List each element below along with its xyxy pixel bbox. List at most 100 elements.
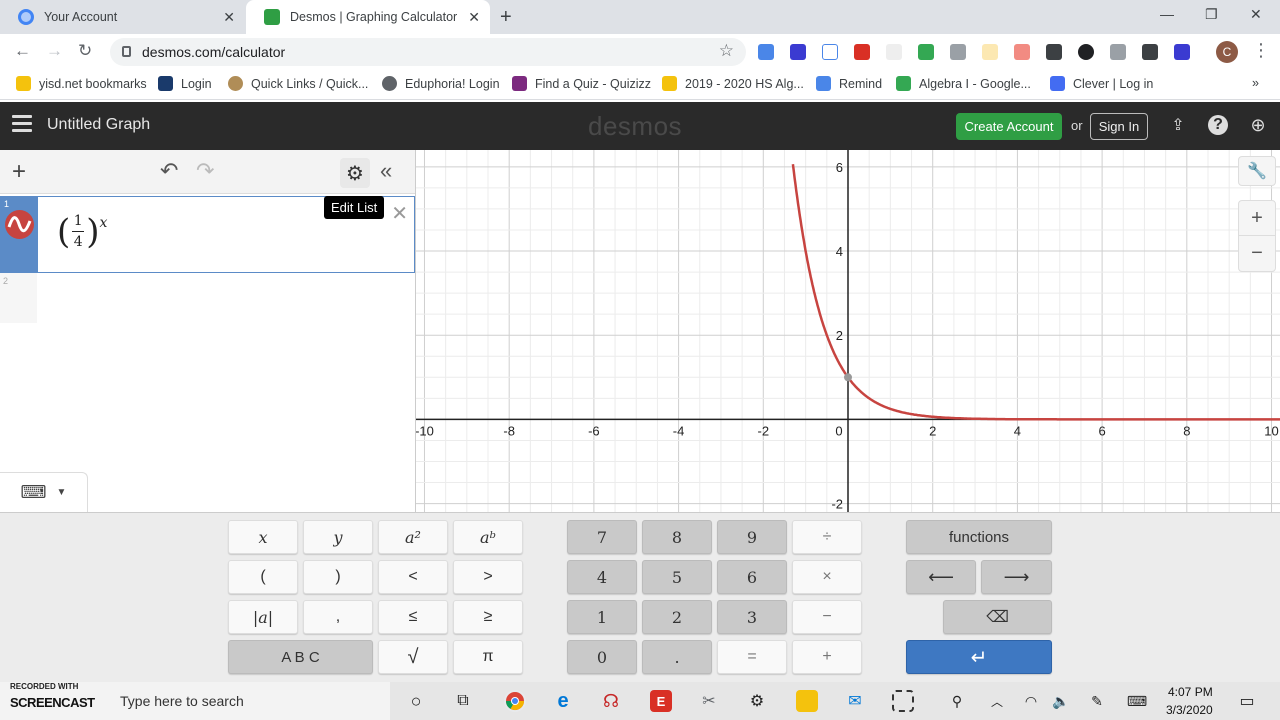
key-1[interactable]: 1 (567, 600, 637, 634)
reload-icon[interactable]: ↻ (78, 41, 92, 61)
key-comma[interactable]: , (303, 600, 373, 634)
key-6[interactable]: 6 (717, 560, 787, 594)
hamburger-menu-icon[interactable] (12, 115, 32, 133)
key-a-squared[interactable]: a² (378, 520, 448, 554)
key-2[interactable]: 2 (642, 600, 712, 634)
extension-rocket-icon[interactable] (1046, 44, 1062, 60)
file-explorer-icon[interactable] (796, 690, 818, 712)
edge-icon[interactable]: e (552, 690, 574, 712)
key-less-than[interactable]: < (378, 560, 448, 594)
extension-g-icon[interactable] (950, 44, 966, 60)
key-open-paren[interactable]: ( (228, 560, 298, 594)
functions-button[interactable]: functions (906, 520, 1052, 554)
bookmark-algebra-drive[interactable]: Algebra I - Google... (896, 76, 1031, 91)
tab-desmos[interactable]: Desmos | Graphing Calculator ✕ (246, 0, 490, 34)
tab-your-account[interactable]: Your Account ✕ (0, 0, 245, 34)
key-abc[interactable]: A B C (228, 640, 373, 674)
bookmark-yisd[interactable]: yisd.net bookmarks (16, 76, 147, 91)
bookmark-eduphoria[interactable]: Eduphoria! Login (382, 76, 500, 91)
key-4[interactable]: 4 (567, 560, 637, 594)
edit-list-gear-icon[interactable]: ⚙ (340, 158, 370, 188)
extension-note-icon[interactable] (982, 44, 998, 60)
key-x[interactable]: x (228, 520, 298, 554)
key-y[interactable]: y (303, 520, 373, 554)
zoom-out-icon[interactable]: − (1239, 236, 1275, 271)
bookmark-login[interactable]: Login (158, 76, 212, 91)
translate-extension-icon[interactable] (758, 44, 774, 60)
people-icon[interactable]: ⚲ (946, 690, 968, 712)
close-tab-icon[interactable]: ✕ (468, 9, 480, 26)
key-5[interactable]: 5 (642, 560, 712, 594)
bookmark-alg[interactable]: 2019 - 2020 HS Alg... (662, 76, 804, 91)
close-tab-icon[interactable]: ✕ (223, 9, 235, 26)
restore-icon[interactable]: ❐ (1205, 6, 1218, 23)
key-less-equal[interactable]: ≤ (378, 600, 448, 634)
pen-icon[interactable]: ✎ (1086, 690, 1108, 712)
acrobat-icon[interactable]: ☊ (600, 690, 622, 712)
extension-b-icon[interactable] (822, 44, 838, 60)
key-7[interactable]: 7 (567, 520, 637, 554)
expression-row-empty[interactable]: 2 (0, 273, 415, 323)
cortana-icon[interactable]: ○ (405, 690, 427, 712)
extension-c-icon[interactable] (790, 44, 806, 60)
extension-c3-icon[interactable] (1174, 44, 1190, 60)
extension-classroom-icon[interactable] (918, 44, 934, 60)
redo-icon[interactable]: ↷ (196, 158, 214, 184)
share-icon[interactable]: ⇪ (1168, 115, 1188, 135)
help-icon[interactable]: ? (1208, 115, 1228, 135)
language-globe-icon[interactable]: ⊕ (1248, 115, 1268, 135)
task-view-icon[interactable]: ⧉ (452, 690, 474, 712)
address-bar[interactable]: desmos.com/calculator ☆ (110, 38, 746, 66)
delete-expression-icon[interactable]: ✕ (391, 201, 408, 226)
sign-in-button[interactable]: Sign In (1090, 113, 1148, 140)
key-minus[interactable]: − (792, 600, 862, 634)
key-3[interactable]: 3 (717, 600, 787, 634)
zoom-in-icon[interactable]: + (1239, 201, 1275, 236)
key-9[interactable]: 9 (717, 520, 787, 554)
taskbar-search-box[interactable]: RECORDED WITH SCREENCAST Type here to se… (0, 682, 390, 720)
mail-icon[interactable]: ✉ (844, 690, 866, 712)
key-decimal[interactable]: . (642, 640, 712, 674)
bookmark-star-icon[interactable]: ☆ (719, 41, 734, 61)
key-8[interactable]: 8 (642, 520, 712, 554)
keyboard-toggle[interactable]: ⌨ ▼ (0, 472, 88, 512)
key-a-power-b[interactable]: aᵇ (453, 520, 523, 554)
key-pi[interactable]: π (453, 640, 523, 674)
notification-icon[interactable]: ▭ (1236, 690, 1258, 712)
volume-icon[interactable]: 🔈 (1050, 690, 1072, 712)
undo-icon[interactable]: ↶ (160, 158, 178, 184)
key-divide[interactable]: ÷ (792, 520, 862, 554)
extension-red-icon[interactable] (854, 44, 870, 60)
backspace-key-icon[interactable]: ⌫ (943, 600, 1052, 634)
extension-settings-icon[interactable] (1078, 44, 1094, 60)
key-greater-than[interactable]: > (453, 560, 523, 594)
create-account-button[interactable]: Create Account (956, 113, 1062, 140)
settings-gear-icon[interactable]: ⚙ (746, 690, 768, 712)
extension-pen-icon[interactable] (886, 44, 902, 60)
collapse-panel-icon[interactable]: « (380, 158, 392, 184)
clock-time[interactable]: 4:07 PM (1168, 685, 1213, 699)
new-tab-icon[interactable]: + (500, 6, 512, 29)
key-greater-equal[interactable]: ≥ (453, 600, 523, 634)
clock-date[interactable]: 3/3/2020 (1166, 703, 1213, 717)
enter-key-icon[interactable]: ↵ (906, 640, 1052, 674)
chrome-icon[interactable] (504, 690, 526, 712)
snipping-tool-icon[interactable] (892, 690, 914, 712)
key-plus[interactable]: + (792, 640, 862, 674)
graph-paper[interactable]: -10 -8 -6 -4 -2 0 2 4 6 8 10 -2 2 4 6 (416, 150, 1280, 512)
window-close-icon[interactable]: ✕ (1250, 6, 1262, 23)
left-arrow-key-icon[interactable]: ⟵ (906, 560, 976, 594)
key-abs[interactable]: |a| (228, 600, 298, 634)
key-0[interactable]: 0 (567, 640, 637, 674)
snip-icon[interactable]: ✂ (698, 690, 720, 712)
extension-c2-icon[interactable] (1110, 44, 1126, 60)
key-equals[interactable]: = (717, 640, 787, 674)
expression-tab[interactable]: 1 (1, 197, 38, 272)
bookmark-remind[interactable]: Remind (816, 76, 882, 91)
wifi-icon[interactable]: ◠ (1020, 690, 1042, 712)
extension-arrow-icon[interactable] (1014, 44, 1030, 60)
bookmark-quick-links[interactable]: Quick Links / Quick... (228, 76, 368, 91)
forward-arrow-icon[interactable]: → (46, 41, 63, 61)
curve-color-icon[interactable] (5, 210, 34, 239)
graph-settings-wrench-icon[interactable]: 🔧 (1238, 156, 1276, 186)
